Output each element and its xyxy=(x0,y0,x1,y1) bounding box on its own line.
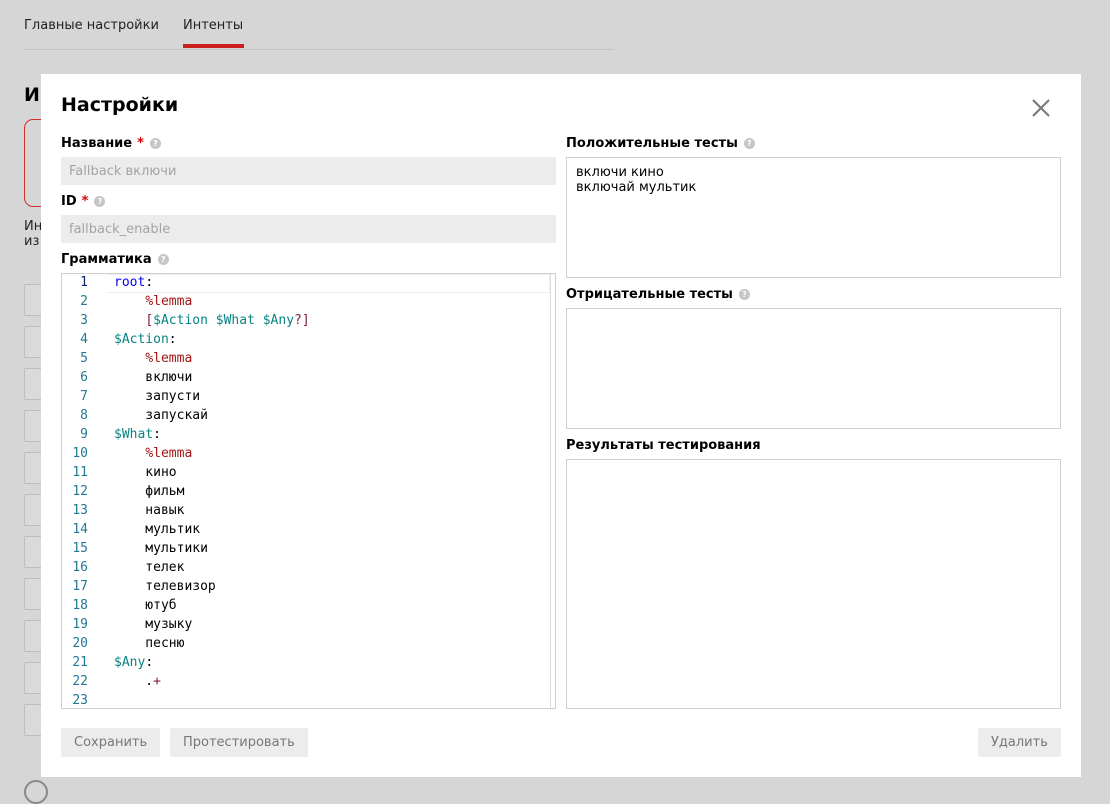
line-number: 17 xyxy=(72,579,88,594)
line-number: 7 xyxy=(80,389,88,404)
code-line[interactable]: .+ xyxy=(114,674,161,689)
code-line[interactable]: мультики xyxy=(114,541,208,556)
grammar-label: Грамматика ? xyxy=(61,252,169,267)
code-line[interactable]: музыку xyxy=(114,617,192,632)
line-number: 18 xyxy=(72,598,88,613)
id-label-text: ID xyxy=(61,194,77,209)
line-number: 9 xyxy=(80,427,88,442)
save-button[interactable]: Сохранить xyxy=(61,728,161,757)
active-tab-indicator xyxy=(183,44,244,48)
line-number: 3 xyxy=(80,313,88,328)
negative-tests-input[interactable] xyxy=(566,308,1061,429)
line-number: 16 xyxy=(72,560,88,575)
line-number: 6 xyxy=(80,370,88,385)
line-number: 21 xyxy=(72,655,88,670)
positive-tests-label: Положительные тесты ? xyxy=(566,136,755,151)
settings-modal: Настройки Название * ? ID * ? Грамматика… xyxy=(41,74,1081,777)
line-number: 12 xyxy=(72,484,88,499)
close-icon[interactable] xyxy=(1029,96,1053,120)
tab-bar: Главные настройки Интенты xyxy=(24,0,614,50)
line-number: 4 xyxy=(80,332,88,347)
modal-title: Настройки xyxy=(61,94,179,116)
line-number: 1 xyxy=(80,275,88,290)
tab-intents[interactable]: Интенты xyxy=(183,18,243,33)
test-results-label: Результаты тестирования xyxy=(566,438,761,453)
code-line[interactable]: $Action: xyxy=(114,332,177,347)
line-number: 10 xyxy=(72,446,88,461)
code-line[interactable]: телек xyxy=(114,560,184,575)
line-number: 15 xyxy=(72,541,88,556)
id-input[interactable] xyxy=(61,215,556,243)
code-line[interactable]: включи xyxy=(114,370,192,385)
required-mark: * xyxy=(81,194,89,209)
code-line[interactable]: $Any: xyxy=(114,655,153,670)
page-description-line: Ин xyxy=(24,219,43,234)
help-icon[interactable]: ? xyxy=(149,138,161,149)
line-number: 14 xyxy=(72,522,88,537)
line-number: 8 xyxy=(80,408,88,423)
code-line[interactable]: [$Action $What $Any?] xyxy=(114,313,309,328)
line-number: 2 xyxy=(80,294,88,309)
line-number: 5 xyxy=(80,351,88,366)
bottom-circle xyxy=(24,780,48,804)
code-line[interactable]: навык xyxy=(114,503,184,518)
grammar-label-text: Грамматика xyxy=(61,252,152,267)
grammar-editor[interactable]: 1 2 3 4 5 6 7 8 9 10 11 12 13 14 15 16 17 18 19 20 21 22 23 ro… xyxy=(61,273,556,709)
line-number: 13 xyxy=(72,503,88,518)
negative-tests-label: Отрицательные тесты ? xyxy=(566,287,750,302)
required-mark: * xyxy=(137,136,144,151)
page-description: Ин из xyxy=(24,219,42,249)
code-line[interactable]: ютуб xyxy=(114,598,176,613)
code-line[interactable]: запусти xyxy=(114,389,200,404)
line-number: 23 xyxy=(72,693,88,708)
line-number: 20 xyxy=(72,636,88,651)
name-input[interactable] xyxy=(61,157,556,185)
positive-tests-label-text: Положительные тесты xyxy=(566,136,738,151)
current-line-highlight xyxy=(107,274,550,293)
id-label: ID * ? xyxy=(61,194,106,209)
code-line[interactable]: фильм xyxy=(114,484,184,499)
code-line[interactable]: мультик xyxy=(114,522,200,537)
line-number: 11 xyxy=(72,465,88,480)
help-icon[interactable]: ? xyxy=(94,196,106,207)
tab-main-settings[interactable]: Главные настройки xyxy=(24,18,159,33)
name-label-text: Название xyxy=(61,136,133,151)
test-results-label-text: Результаты тестирования xyxy=(566,438,761,453)
delete-button[interactable]: Удалить xyxy=(978,728,1061,757)
test-button[interactable]: Протестировать xyxy=(170,728,308,757)
code-line[interactable]: %lemma xyxy=(114,351,192,366)
code-line[interactable]: $What: xyxy=(114,427,161,442)
test-results-output xyxy=(566,459,1061,709)
code-line[interactable]: root: xyxy=(114,275,153,290)
line-number: 22 xyxy=(72,674,88,689)
line-number: 19 xyxy=(72,617,88,632)
code-line[interactable]: песню xyxy=(114,636,184,651)
help-icon[interactable]: ? xyxy=(157,254,169,265)
page-description-line: из xyxy=(24,234,40,249)
name-label: Название * ? xyxy=(61,136,161,151)
code-line[interactable]: телевизор xyxy=(114,579,215,594)
code-line[interactable]: кино xyxy=(114,465,176,480)
code-line[interactable]: %lemma xyxy=(114,446,192,461)
editor-scrollbar[interactable] xyxy=(550,274,551,708)
positive-tests-input[interactable]: включи кино включай мультик xyxy=(566,157,1061,278)
code-line[interactable]: %lemma xyxy=(114,294,192,309)
help-icon[interactable]: ? xyxy=(743,138,755,149)
negative-tests-label-text: Отрицательные тесты xyxy=(566,287,733,302)
line-numbers-gutter: 1 2 3 4 5 6 7 8 9 10 11 12 13 14 15 16 17 18 19 20 21 22 23 xyxy=(62,274,106,708)
help-icon[interactable]: ? xyxy=(738,289,750,300)
code-line[interactable]: запускай xyxy=(114,408,208,423)
